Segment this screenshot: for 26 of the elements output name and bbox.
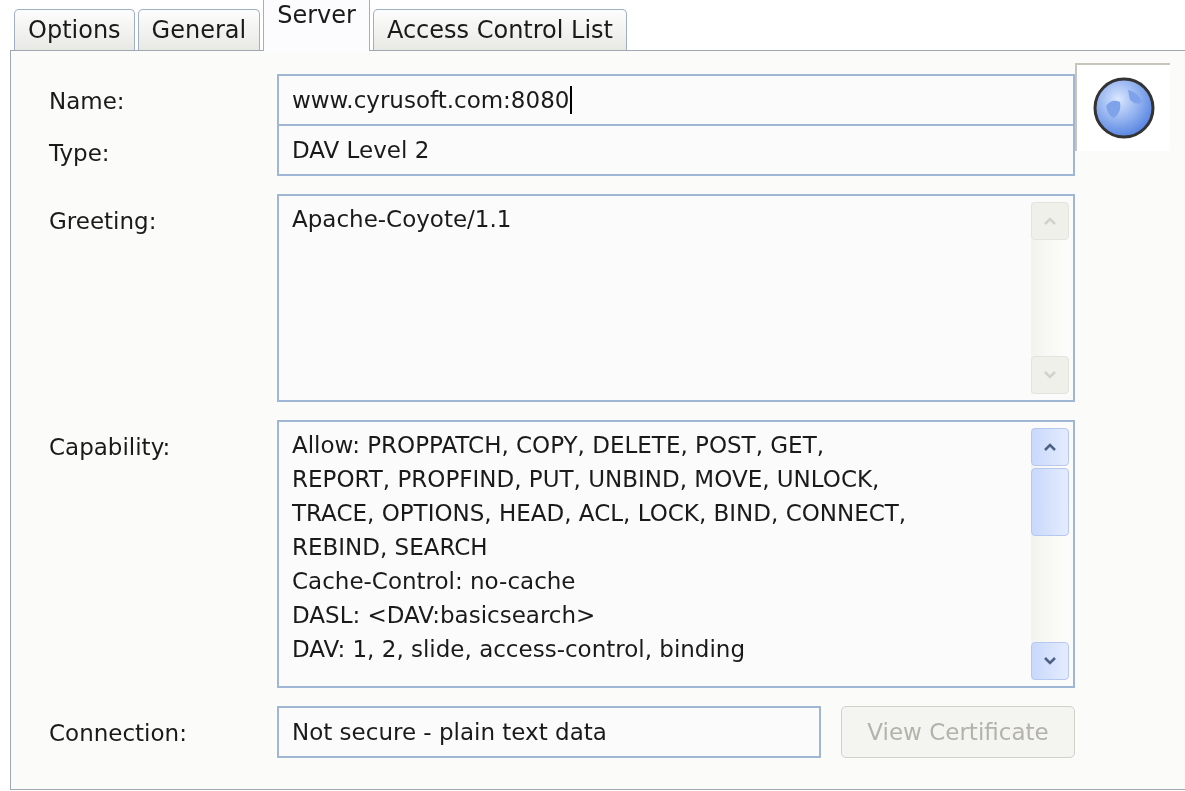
field-label: Name: <box>49 87 126 114</box>
text-area[interactable]: Apache-Coyote/1.1 <box>277 194 1075 402</box>
chevron-up-icon[interactable] <box>1043 442 1057 452</box>
input-field[interactable]: Not secure - plain text data <box>277 706 821 758</box>
text-line: Cache-Control: no-cache <box>292 567 577 596</box>
text-line: TRACE, OPTIONS, HEAD, ACL, LOCK, BIND, CONNECT, <box>292 499 908 528</box>
field-label: Connection: <box>49 719 188 746</box>
text-line: REBIND, SEARCH <box>292 533 489 562</box>
input-field[interactable]: DAV Level 2 <box>277 124 1075 176</box>
tab[interactable]: General <box>137 9 261 50</box>
input-field[interactable]: www.cyrusoft.com:8080 <box>277 74 1075 126</box>
tab[interactable]: Server <box>263 0 370 51</box>
scrollbar[interactable] <box>1031 428 1069 680</box>
field-label: Type: <box>49 139 111 166</box>
globe-icon <box>1091 76 1156 140</box>
text-area[interactable] <box>277 420 1075 688</box>
field-label: Capability: <box>49 433 172 460</box>
text-line: DASL: <DAV:basicsearch> <box>292 601 597 630</box>
tab[interactable]: Options <box>14 9 135 50</box>
text-line: REPORT, PROPFIND, PUT, UNBIND, MOVE, UNLOCK, <box>292 465 881 494</box>
tab[interactable]: Access Control List <box>372 9 628 50</box>
chevron-down-icon[interactable] <box>1043 656 1057 666</box>
text-line: Allow: PROPPATCH, COPY, DELETE, POST, GET, <box>292 431 825 460</box>
field-label: Greeting: <box>49 207 158 234</box>
text-line: DAV: 1, 2, slide, access-control, binding <box>292 635 746 664</box>
text-line: Apache-Coyote/1.1 <box>292 205 513 234</box>
